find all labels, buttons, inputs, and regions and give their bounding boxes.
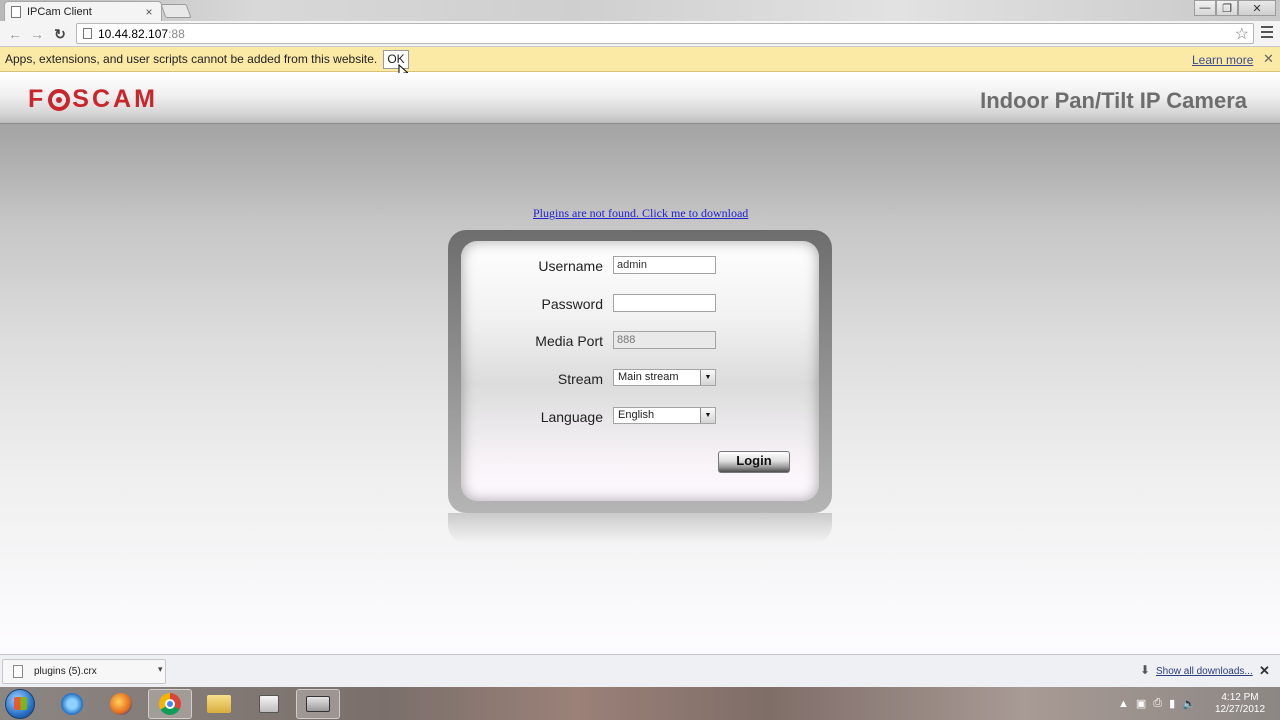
internet-explorer-icon	[61, 693, 83, 715]
chrome-menu-icon[interactable]	[1261, 26, 1273, 41]
tab-title: IPCam Client	[27, 5, 92, 18]
download-shelf-close-icon[interactable]: ✕	[1259, 663, 1270, 679]
forward-button[interactable]: →	[28, 25, 46, 43]
tray-expand-icon[interactable]: ▲	[1118, 698, 1129, 710]
taskbar-window[interactable]	[247, 689, 291, 719]
dropdown-arrow-icon[interactable]: ▼	[700, 370, 715, 385]
password-input[interactable]	[613, 294, 716, 312]
taskbar-clock[interactable]: 4:12 PM 12/27/2012	[1212, 692, 1268, 716]
infobar-message: Apps, extensions, and user scripts canno…	[5, 52, 378, 66]
clock-date: 12/27/2012	[1214, 704, 1266, 715]
reload-button[interactable]: ↻	[51, 25, 69, 43]
username-input[interactable]	[613, 256, 716, 274]
bookmark-star-icon[interactable]: ☆	[1235, 24, 1249, 44]
download-arrow-icon: ⬇	[1140, 663, 1151, 677]
chrome-icon	[159, 693, 181, 715]
taskbar-chrome[interactable]	[148, 689, 192, 719]
new-tab-button[interactable]	[160, 4, 192, 18]
panel-reflection	[448, 513, 832, 543]
media-port-row: Media Port	[461, 331, 819, 351]
network-icon[interactable]: ▮	[1169, 697, 1175, 710]
camera-lens-icon	[48, 88, 71, 111]
camera-app-icon	[306, 696, 330, 712]
tray-app-icon[interactable]: ▣	[1136, 697, 1146, 710]
infobar-close-icon[interactable]: ✕	[1263, 51, 1274, 67]
clock-time: 4:12 PM	[1221, 692, 1259, 703]
file-icon	[13, 665, 23, 678]
language-row: Language English ▼	[461, 407, 819, 427]
language-label: Language	[540, 409, 603, 425]
window-icon	[259, 695, 279, 713]
password-label: Password	[541, 296, 603, 312]
start-button[interactable]	[5, 689, 35, 719]
taskbar: ▲ ▣ ⎙ ▮ 🔈 4:12 PM 12/27/2012	[0, 687, 1280, 720]
download-item[interactable]: plugins (5).crx ▾	[2, 659, 166, 684]
page-icon	[11, 5, 21, 18]
browser-toolbar: ← → ↻ 10.44.82.107 :88 ☆	[0, 21, 1280, 47]
taskbar-ie[interactable]	[50, 689, 94, 719]
download-file-name: plugins (5).crx	[34, 666, 97, 677]
logo-text-start: F	[28, 85, 47, 113]
dropdown-arrow-icon[interactable]: ▼	[700, 408, 715, 423]
login-panel: Username Password Media Port Stream Main…	[448, 230, 832, 513]
folder-icon	[207, 695, 231, 713]
tab-close-icon[interactable]: ×	[143, 5, 155, 19]
stream-select-value: Main stream	[618, 371, 679, 383]
window-controls: — ❐ ✕	[1194, 0, 1276, 16]
download-shelf: plugins (5).crx ▾ ⬇ Show all downloads..…	[0, 654, 1280, 687]
volume-icon[interactable]: 🔈	[1182, 697, 1196, 710]
login-panel-inner: Username Password Media Port Stream Main…	[461, 241, 819, 501]
address-bar[interactable]: 10.44.82.107 :88 ☆	[76, 23, 1254, 44]
url-port: :88	[168, 26, 185, 41]
taskbar-firefox[interactable]	[99, 689, 143, 719]
browser-tab[interactable]: IPCam Client ×	[4, 1, 162, 21]
window-close-button[interactable]: ✕	[1238, 0, 1276, 16]
product-title: Indoor Pan/Tilt IP Camera	[980, 88, 1247, 113]
firefox-icon	[110, 693, 132, 715]
tab-strip: IPCam Client × — ❐ ✕	[0, 0, 1280, 21]
plugin-download-link[interactable]: Plugins are not found. Click me to downl…	[533, 206, 748, 221]
download-menu-caret-icon[interactable]: ▾	[158, 664, 163, 675]
username-row: Username	[461, 256, 819, 276]
media-port-input[interactable]	[613, 331, 716, 349]
back-button[interactable]: ←	[6, 25, 24, 43]
taskbar-explorer[interactable]	[197, 689, 241, 719]
password-row: Password	[461, 294, 819, 314]
url-host: 10.44.82.107	[98, 26, 169, 41]
page-icon	[83, 28, 92, 39]
taskbar-camera-app[interactable]	[296, 689, 340, 719]
page-header: F SCAM Indoor Pan/Tilt IP Camera	[0, 73, 1280, 124]
infobar: Apps, extensions, and user scripts canno…	[0, 47, 1280, 72]
learn-more-link[interactable]: Learn more	[1192, 53, 1253, 67]
media-port-label: Media Port	[535, 333, 603, 349]
tray-device-icon[interactable]: ⎙	[1153, 697, 1162, 710]
system-tray: ▲ ▣ ⎙ ▮ 🔈	[1118, 697, 1196, 710]
restore-button[interactable]: ❐	[1216, 0, 1238, 16]
show-all-downloads-link[interactable]: Show all downloads...	[1156, 666, 1253, 677]
foscam-logo: F SCAM	[28, 85, 158, 114]
logo-text-end: SCAM	[72, 85, 158, 113]
minimize-button[interactable]: —	[1194, 0, 1216, 16]
stream-select[interactable]: Main stream ▼	[613, 369, 716, 386]
page-content: F SCAM Indoor Pan/Tilt IP Camera Plugins…	[0, 73, 1280, 654]
language-select[interactable]: English ▼	[613, 407, 716, 424]
language-select-value: English	[618, 409, 655, 421]
username-label: Username	[538, 258, 603, 274]
stream-row: Stream Main stream ▼	[461, 369, 819, 389]
login-button[interactable]: Login	[718, 451, 790, 473]
stream-label: Stream	[557, 371, 603, 387]
